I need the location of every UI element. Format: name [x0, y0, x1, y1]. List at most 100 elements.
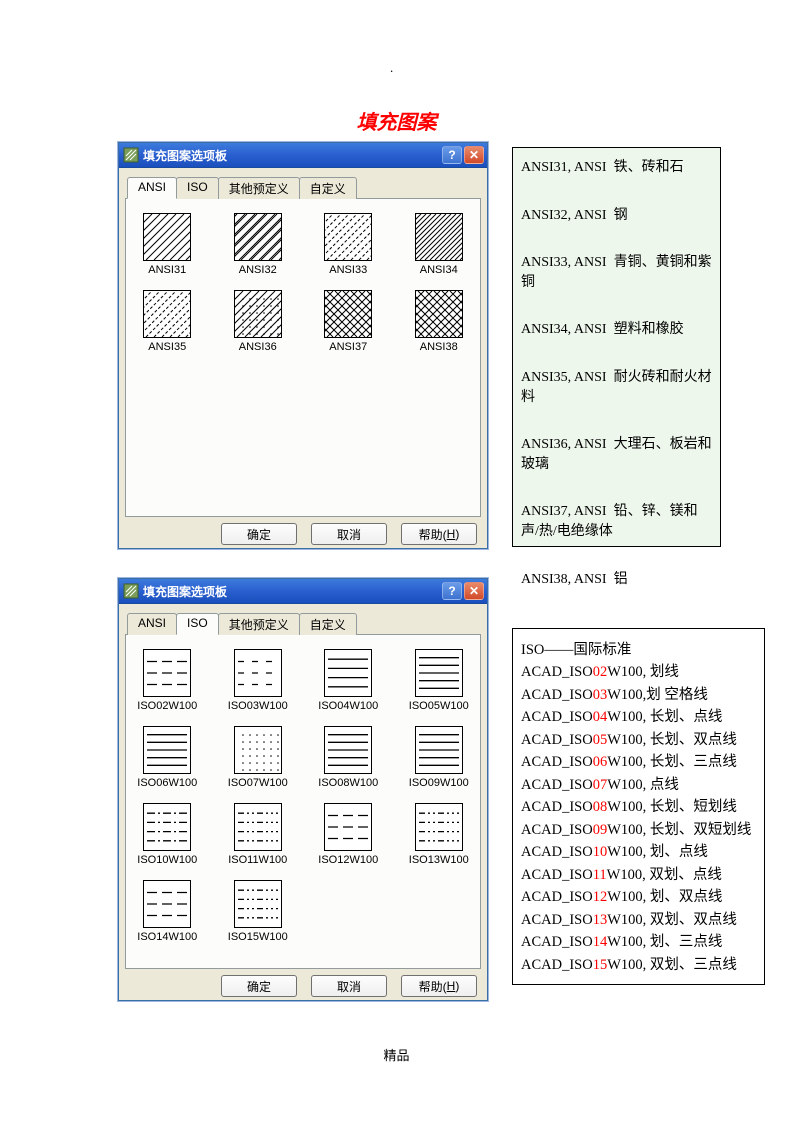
titlebar: 填充图案选项板 ? ✕	[119, 143, 487, 168]
swatch-label: ISO13W100	[409, 854, 469, 866]
swatch-label: ANSI31	[148, 264, 186, 276]
dialog-title: 填充图案选项板	[143, 147, 442, 164]
hatch-palette-dialog-iso: 填充图案选项板 ? ✕ ANSI ISO 其他预定义 自定义 ISO02W100…	[118, 578, 488, 1001]
cancel-button[interactable]: 取消	[311, 975, 387, 997]
swatch-preview	[143, 726, 191, 774]
swatch-label: ISO12W100	[318, 854, 378, 866]
swatch-preview	[143, 213, 191, 261]
hatch-swatch[interactable]: ANSI36	[234, 290, 282, 353]
tab-custom[interactable]: 自定义	[299, 177, 357, 199]
ansi-description-row: ANSI36, ANSI 大理石、板岩和玻璃	[521, 435, 712, 474]
swatch-preview	[234, 726, 282, 774]
swatch-label: ANSI37	[329, 341, 367, 353]
ok-button[interactable]: 确定	[221, 523, 297, 545]
swatch-preview	[234, 803, 282, 851]
tab-panel: ANSI31 ANSI32 ANSI33 ANSI34 ANSI35 ANSI3…	[125, 199, 481, 517]
hatch-swatch[interactable]: ISO10W100	[137, 803, 197, 866]
hatch-swatch[interactable]: ISO13W100	[409, 803, 469, 866]
tabs: ANSI ISO 其他预定义 自定义	[125, 176, 481, 199]
swatch-label: ANSI36	[239, 341, 277, 353]
decorative-dot: .	[390, 60, 393, 76]
iso-header: ISO——国际标准	[521, 639, 756, 661]
iso-description-row: ACAD_ISO04W100, 长划、点线	[521, 706, 756, 728]
hatch-swatch[interactable]: ANSI33	[324, 213, 372, 276]
hatch-swatch[interactable]: ISO14W100	[137, 880, 197, 943]
tab-other[interactable]: 其他预定义	[218, 613, 300, 635]
swatch-label: ISO15W100	[228, 931, 288, 943]
swatch-label: ISO06W100	[137, 777, 197, 789]
hatch-swatch[interactable]: ISO05W100	[409, 649, 469, 712]
help-text-button[interactable]: 帮助(H)	[401, 975, 477, 997]
button-row: 确定 取消 帮助(H)	[125, 975, 481, 997]
cancel-button[interactable]: 取消	[311, 523, 387, 545]
close-button[interactable]: ✕	[464, 582, 484, 600]
iso-description-row: ACAD_ISO10W100, 划、点线	[521, 841, 756, 863]
swatch-preview	[324, 290, 372, 338]
help-button[interactable]: ?	[442, 146, 462, 164]
ansi-description-box: ANSI31, ANSI 铁、砖和石ANSI32, ANSI 钢ANSI33, …	[512, 147, 721, 547]
ok-button[interactable]: 确定	[221, 975, 297, 997]
swatch-label: ISO05W100	[409, 700, 469, 712]
help-text-button[interactable]: 帮助(H)	[401, 523, 477, 545]
swatch-label: ISO03W100	[228, 700, 288, 712]
swatch-preview	[234, 213, 282, 261]
tab-iso[interactable]: ISO	[176, 613, 219, 635]
swatch-preview	[415, 726, 463, 774]
help-button[interactable]: ?	[442, 582, 462, 600]
iso-description-row: ACAD_ISO11W100, 双划、点线	[521, 864, 756, 886]
swatch-preview	[324, 726, 372, 774]
tab-custom[interactable]: 自定义	[299, 613, 357, 635]
swatch-label: ISO09W100	[409, 777, 469, 789]
iso-description-row: ACAD_ISO13W100, 双划、双点线	[521, 909, 756, 931]
swatch-preview	[324, 213, 372, 261]
swatch-label: ISO08W100	[318, 777, 378, 789]
swatch-preview	[415, 213, 463, 261]
iso-description-row: ACAD_ISO12W100, 划、双点线	[521, 886, 756, 908]
hatch-swatch[interactable]: ANSI34	[415, 213, 463, 276]
hatch-swatch[interactable]: ANSI35	[143, 290, 191, 353]
iso-description-row: ACAD_ISO07W100, 点线	[521, 774, 756, 796]
iso-description-row: ACAD_ISO09W100, 长划、双短划线	[521, 819, 756, 841]
hatch-swatch[interactable]: ISO09W100	[409, 726, 469, 789]
hatch-swatch[interactable]: ANSI38	[415, 290, 463, 353]
swatch-label: ISO11W100	[228, 854, 287, 866]
hatch-swatch[interactable]: ISO06W100	[137, 726, 197, 789]
hatch-swatch[interactable]: ISO07W100	[228, 726, 288, 789]
swatch-label: ANSI32	[239, 264, 277, 276]
swatch-preview	[143, 649, 191, 697]
hatch-swatch[interactable]: ISO15W100	[228, 880, 288, 943]
hatch-swatch[interactable]: ISO12W100	[318, 803, 378, 866]
hatch-swatch[interactable]: ANSI32	[234, 213, 282, 276]
tabs: ANSI ISO 其他预定义 自定义	[125, 612, 481, 635]
hatch-swatch[interactable]: ISO11W100	[228, 803, 287, 866]
swatch-preview	[234, 880, 282, 928]
swatch-preview	[143, 290, 191, 338]
tab-iso[interactable]: ISO	[176, 177, 219, 199]
tab-other[interactable]: 其他预定义	[218, 177, 300, 199]
swatch-label: ANSI38	[420, 341, 458, 353]
swatch-preview	[324, 803, 372, 851]
ansi-description-row: ANSI37, ANSI 铅、锌、镁和声/热/电绝缘体	[521, 502, 712, 541]
swatch-label: ANSI33	[329, 264, 367, 276]
swatch-label: ISO04W100	[318, 700, 378, 712]
swatch-preview	[143, 803, 191, 851]
swatch-preview	[324, 649, 372, 697]
swatch-preview	[415, 803, 463, 851]
tab-ansi[interactable]: ANSI	[127, 613, 177, 635]
hatch-swatch[interactable]: ISO04W100	[318, 649, 378, 712]
hatch-swatch[interactable]: ANSI37	[324, 290, 372, 353]
close-button[interactable]: ✕	[464, 146, 484, 164]
hatch-swatch[interactable]: ISO03W100	[228, 649, 288, 712]
page-title: 填充图案	[0, 106, 793, 135]
hatch-palette-dialog-ansi: 填充图案选项板 ? ✕ ANSI ISO 其他预定义 自定义 ANSI31 AN…	[118, 142, 488, 549]
swatch-preview	[415, 290, 463, 338]
iso-description-row: ACAD_ISO06W100, 长划、三点线	[521, 751, 756, 773]
swatch-preview	[415, 649, 463, 697]
hatch-swatch[interactable]: ISO08W100	[318, 726, 378, 789]
iso-description-row: ACAD_ISO03W100,划 空格线	[521, 684, 756, 706]
ansi-description-row: ANSI32, ANSI 钢	[521, 206, 712, 226]
iso-description-row: ACAD_ISO02W100, 划线	[521, 661, 756, 683]
tab-ansi[interactable]: ANSI	[127, 177, 177, 199]
hatch-swatch[interactable]: ANSI31	[143, 213, 191, 276]
hatch-swatch[interactable]: ISO02W100	[137, 649, 197, 712]
